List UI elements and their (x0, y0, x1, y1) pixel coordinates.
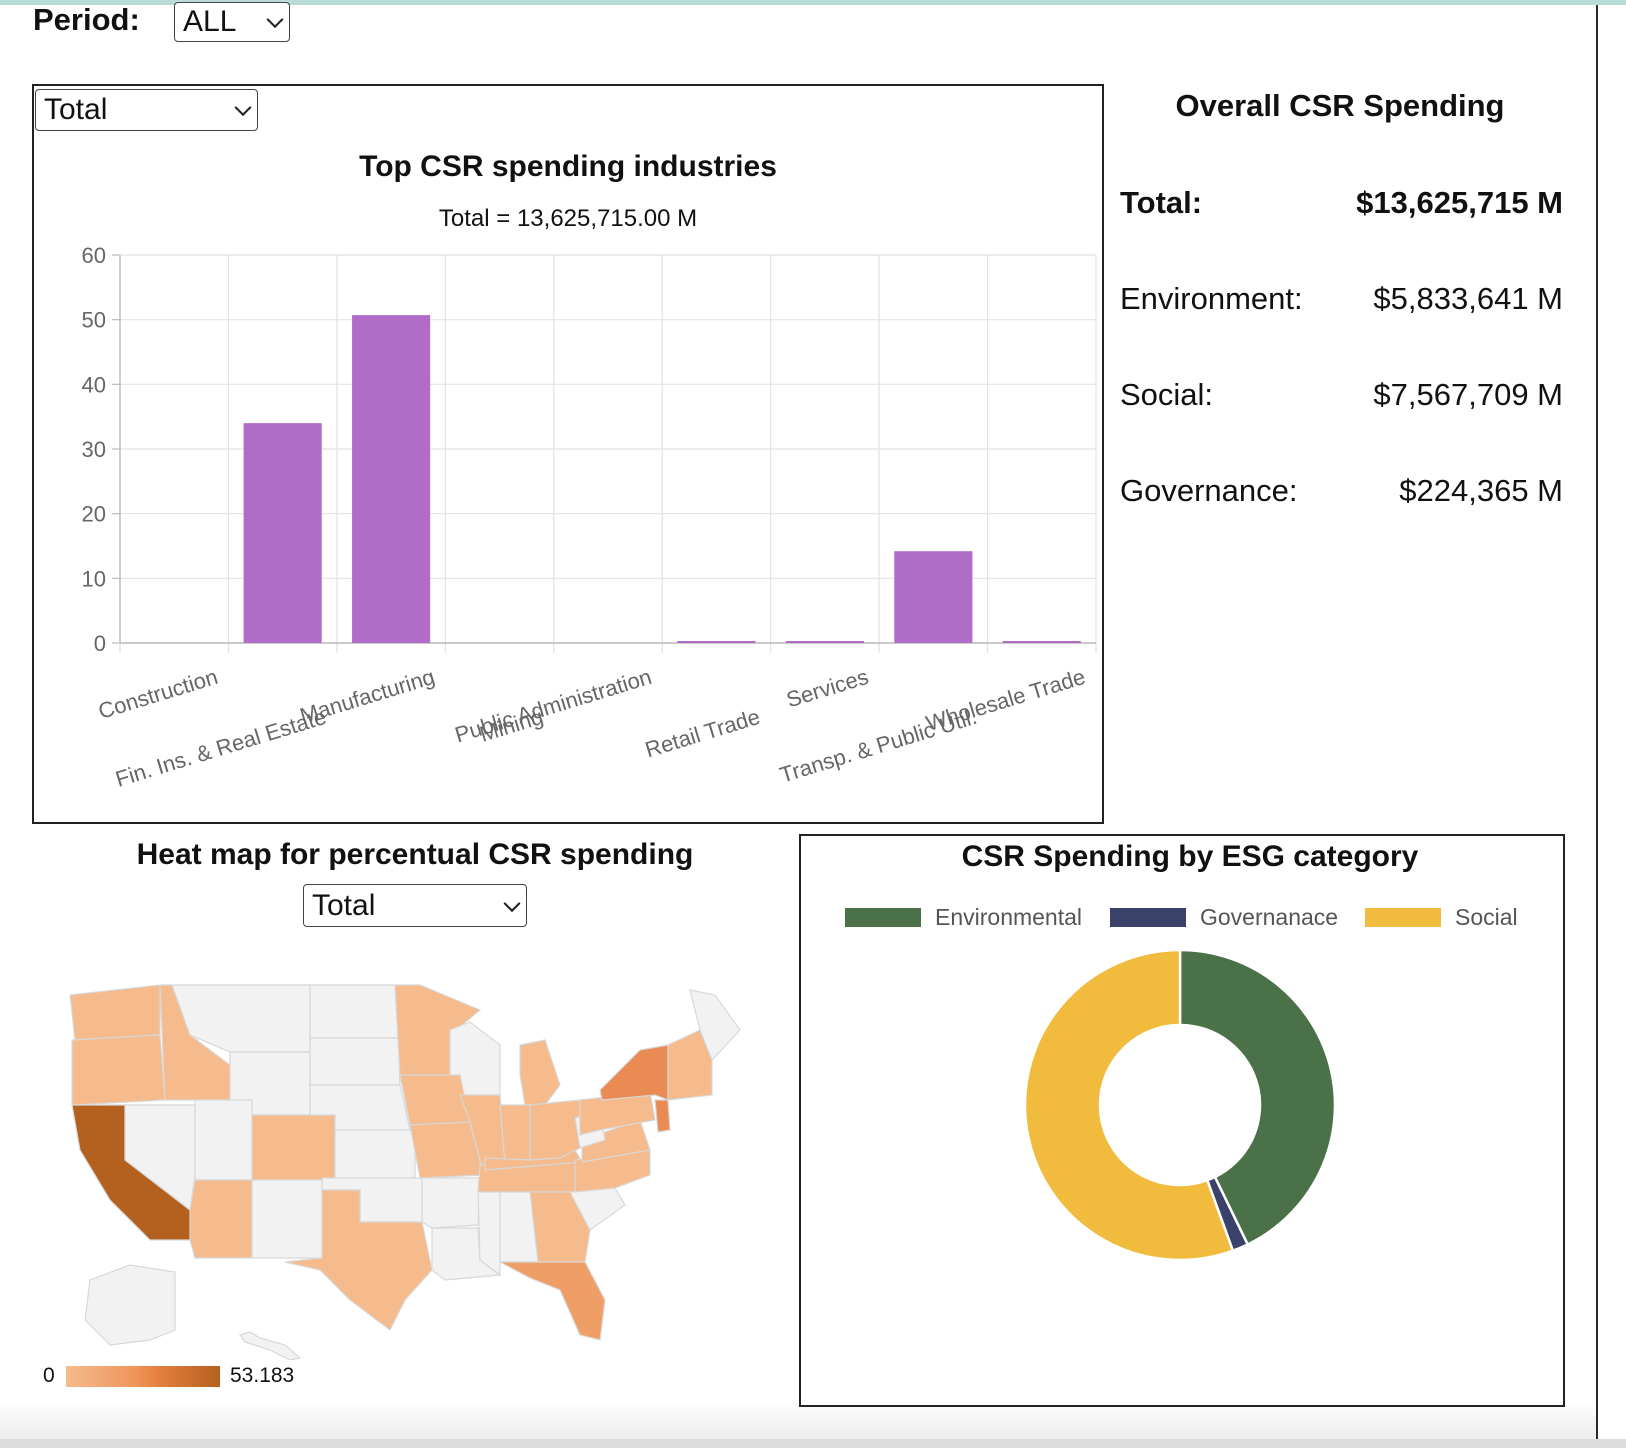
legend-label: Governanace (1200, 903, 1339, 930)
state-indiana[interactable] (499, 1104, 531, 1166)
legend-swatch (845, 907, 921, 927)
summary-row-total: Total: $13,625,715 M (1120, 185, 1563, 221)
summary-row-environment: Environment: $5,833,641 M (1120, 281, 1563, 317)
summary-row-social: Social: $7,567,709 M (1120, 377, 1563, 413)
bar-fin-ins-real-estate[interactable] (243, 423, 322, 643)
bar-chart-title: Top CSR spending industries (359, 150, 777, 183)
state-hawaii[interactable] (239, 1331, 302, 1360)
bar-services[interactable] (785, 641, 864, 643)
x-tick-label: Public Administration (452, 664, 655, 748)
chevron-down-icon (234, 99, 252, 117)
y-tick-label: 10 (82, 566, 106, 591)
esg-chart-title: CSR Spending by ESG category (961, 840, 1419, 873)
y-tick-label: 20 (82, 502, 106, 527)
heatmap-metric-select-value: Total (312, 888, 376, 922)
summary-title: Overall CSR Spending (1175, 88, 1505, 123)
state-new-mexico[interactable] (251, 1179, 323, 1259)
summary-value: $5,833,641 M (1373, 281, 1563, 316)
heatmap-legend-min: 0 (43, 1364, 55, 1387)
y-tick-label: 0 (94, 631, 106, 656)
legend-item-environmental[interactable]: Environmental (845, 904, 1082, 930)
bar-chart-subtitle: Total = 13,625,715.00 M (438, 205, 698, 232)
x-tick-label: Retail Trade (642, 704, 763, 763)
period-label: Period: (33, 2, 140, 37)
y-tick-label: 50 (82, 308, 106, 333)
y-tick-label: 40 (82, 372, 106, 397)
content-right-border (1596, 5, 1598, 1439)
state-utah[interactable] (194, 1099, 253, 1181)
chevron-down-icon (266, 11, 284, 29)
legend-item-social[interactable]: Social (1365, 904, 1518, 930)
state-michigan[interactable] (519, 1039, 561, 1106)
summary-label: Total: (1120, 185, 1203, 220)
x-tick-label: Fin. Ins. & Real Estate (113, 704, 330, 790)
x-tick-label: Services (783, 664, 871, 713)
y-tick-label: 60 (82, 243, 106, 268)
heatmap-metric-select[interactable]: Total (303, 884, 527, 927)
window-bottom-border (0, 1439, 1626, 1448)
state-south-dakota[interactable] (309, 1037, 401, 1086)
legend-swatch (1365, 907, 1441, 927)
summary-value: $224,365 M (1399, 473, 1563, 508)
heatmap-title: Heat map for percentual CSR spending (136, 838, 694, 871)
state-arkansas[interactable] (421, 1177, 481, 1229)
summary-label: Governance: (1120, 473, 1298, 508)
period-select-value: ALL (183, 5, 237, 38)
state-arizona[interactable] (189, 1179, 253, 1259)
legend-swatch (1110, 907, 1186, 927)
legend-label: Social (1455, 903, 1518, 930)
x-tick-label: Manufacturing (297, 664, 438, 729)
summary-label: Social: (1120, 377, 1214, 412)
heatmap-legend-gradient (66, 1366, 220, 1387)
state-north-dakota[interactable] (309, 984, 399, 1039)
us-heat-map (69, 984, 741, 1360)
legend-item-governance[interactable]: Governanace (1110, 904, 1338, 930)
state-new-york[interactable] (599, 1044, 669, 1101)
state-colorado[interactable] (251, 1114, 336, 1181)
heatmap-legend-max: 53.183 (230, 1364, 295, 1387)
state-new-jersey[interactable] (654, 1099, 671, 1133)
state-florida[interactable] (499, 1261, 606, 1341)
chevron-down-icon (503, 894, 521, 912)
bar-transp-public-util-[interactable] (894, 551, 973, 643)
summary-row-governance: Governance: $224,365 M (1120, 473, 1563, 509)
bar-retail-trade[interactable] (677, 641, 756, 643)
state-iowa[interactable] (399, 1074, 471, 1126)
state-oregon[interactable] (71, 1034, 166, 1106)
summary-value: $7,567,709 M (1373, 377, 1563, 412)
esg-donut-chart (1023, 948, 1337, 1262)
x-tick-label: Construction (95, 664, 220, 724)
industry-metric-select[interactable]: Total (35, 89, 258, 131)
state-alaska[interactable] (84, 1264, 176, 1346)
bar-manufacturing[interactable] (352, 315, 431, 643)
period-select[interactable]: ALL (174, 2, 290, 42)
industry-bar-chart: 0 10 20 30 40 50 60 ConstructionFin. Ins. & Rea… (82, 243, 1097, 790)
y-tick-label: 30 (82, 437, 106, 462)
legend-label: Environmental (935, 903, 1083, 930)
summary-label: Environment: (1120, 281, 1303, 316)
summary-value: $13,625,715 M (1356, 185, 1563, 220)
x-tick-label: Wholesale Trade (923, 664, 1088, 736)
bar-wholesale-trade[interactable] (1002, 641, 1081, 643)
state-kansas[interactable] (334, 1129, 416, 1179)
state-washington[interactable] (69, 984, 161, 1041)
industry-metric-select-value: Total (44, 93, 108, 126)
